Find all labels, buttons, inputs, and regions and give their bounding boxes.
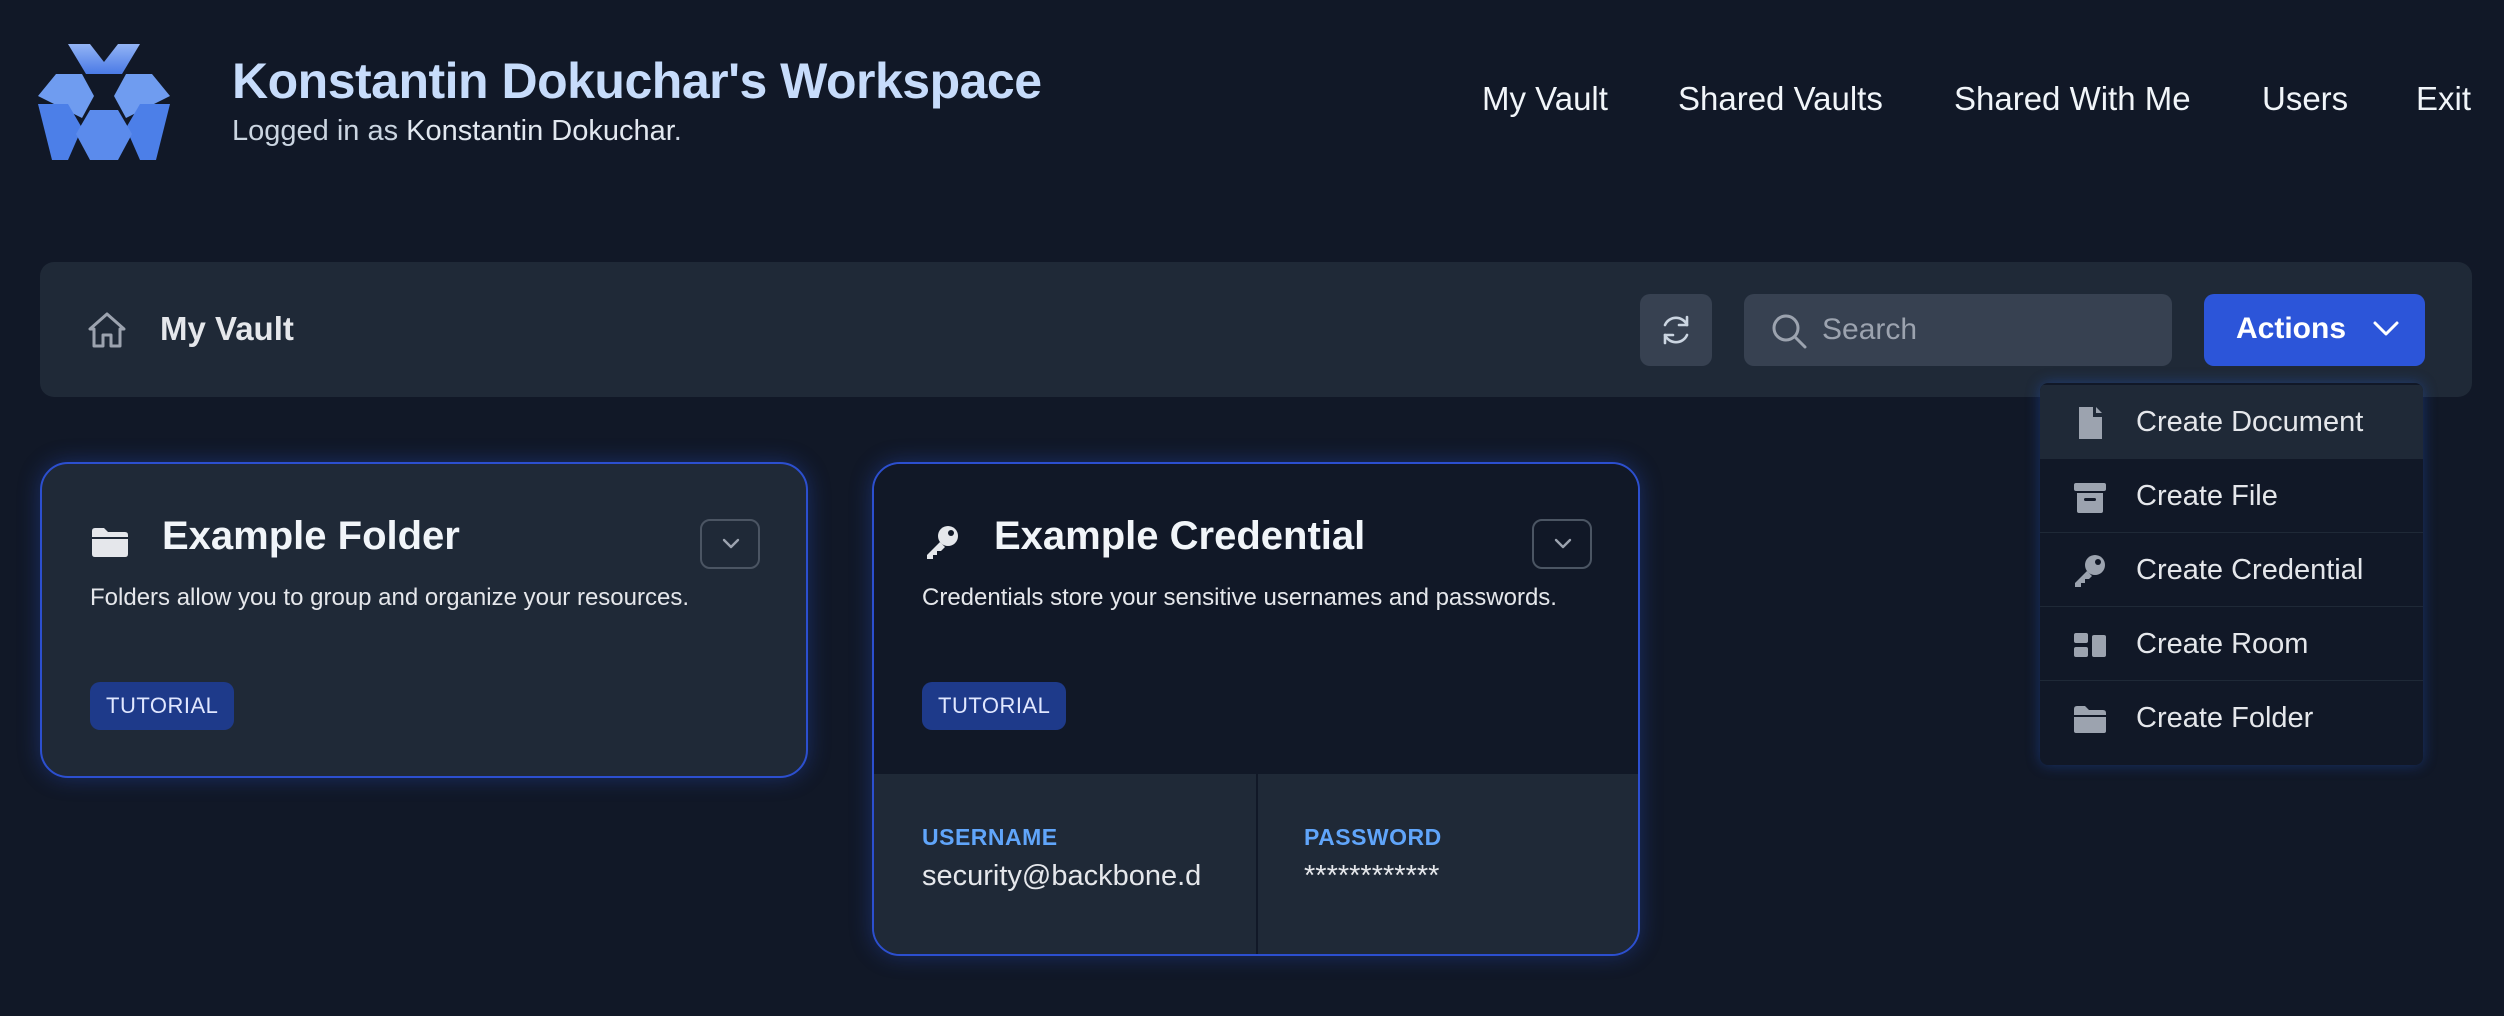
- menu-item-create-file[interactable]: Create File: [2040, 459, 2423, 533]
- menu-item-create-credential[interactable]: Create Credential: [2040, 533, 2423, 607]
- card-body: Example Folder Folders allow you to grou…: [42, 464, 806, 774]
- folder-icon: [2074, 706, 2106, 733]
- card-title: Example Folder: [162, 514, 460, 558]
- logged-in-suffix: .: [673, 115, 682, 147]
- search-icon: [1772, 314, 1807, 349]
- vault-toolbar: My Vault Actions: [40, 262, 2472, 397]
- menu-item-label: Create File: [2136, 480, 2278, 512]
- workspace-title: Konstantin Dokuchar's Workspace: [232, 53, 1042, 109]
- search-input[interactable]: [1822, 294, 2152, 366]
- credential-card[interactable]: Example Credential Credentials store you…: [872, 462, 1640, 956]
- menu-item-label: Create Document: [2136, 406, 2364, 438]
- refresh-icon: [1663, 315, 1689, 345]
- card-description: Credentials store your sensitive usernam…: [922, 584, 1557, 611]
- username-label: USERNAME: [922, 824, 1058, 850]
- actions-label: Actions: [2236, 312, 2347, 345]
- menu-item-create-document[interactable]: Create Document: [2040, 385, 2423, 459]
- nav-users[interactable]: Users: [2262, 80, 2348, 118]
- archive-box-icon: [2074, 483, 2106, 513]
- refresh-button[interactable]: [1640, 294, 1712, 366]
- tag-badge: TUTORIAL: [90, 682, 235, 730]
- chevron-down-icon: [2373, 321, 2399, 336]
- card-title: Example Credential: [994, 514, 1366, 558]
- nav-my-vault[interactable]: My Vault: [1482, 80, 1608, 118]
- logged-in-status: Logged in as Konstantin Dokuchar.: [232, 115, 682, 148]
- document-icon: [2079, 407, 2102, 439]
- menu-item-label: Create Credential: [2136, 554, 2364, 586]
- chevron-down-icon: [722, 538, 740, 549]
- folder-card[interactable]: Example Folder Folders allow you to grou…: [40, 462, 808, 778]
- nav-exit[interactable]: Exit: [2416, 80, 2471, 118]
- card-menu-button[interactable]: [700, 519, 760, 569]
- username-value[interactable]: security@backbone.d: [922, 860, 1242, 893]
- nav-shared-with-me[interactable]: Shared With Me: [1954, 80, 2191, 118]
- room-icon: [2074, 633, 2106, 657]
- field-divider: [1256, 774, 1258, 954]
- search-box: [1744, 294, 2172, 366]
- menu-item-create-room[interactable]: Create Room: [2040, 607, 2423, 681]
- password-value[interactable]: ************: [1304, 860, 1624, 893]
- key-icon: [2075, 555, 2105, 587]
- credential-fields: USERNAME security@backbone.d PASSWORD **…: [874, 774, 1638, 954]
- app-logo: [38, 44, 170, 160]
- key-icon: [927, 526, 958, 559]
- folder-icon: [92, 528, 128, 557]
- menu-item-label: Create Folder: [2136, 702, 2314, 734]
- password-label: PASSWORD: [1304, 824, 1442, 850]
- card-description: Folders allow you to group and organize …: [90, 584, 689, 611]
- breadcrumb-title: My Vault: [160, 310, 294, 347]
- chevron-down-icon: [1554, 538, 1572, 549]
- home-icon: [88, 312, 126, 348]
- tag-badge: TUTORIAL: [922, 682, 1067, 730]
- actions-button[interactable]: Actions: [2204, 294, 2425, 366]
- nav-shared-vaults[interactable]: Shared Vaults: [1678, 80, 1883, 118]
- logged-in-prefix: Logged in as: [232, 115, 407, 147]
- menu-item-create-folder[interactable]: Create Folder: [2040, 681, 2423, 755]
- card-menu-button[interactable]: [1532, 519, 1592, 569]
- card-body: Example Credential Credentials store you…: [874, 464, 1638, 774]
- menu-item-label: Create Room: [2136, 628, 2309, 660]
- actions-dropdown-menu: Create Document Create File Create Crede…: [2040, 383, 2423, 765]
- current-user-name: Konstantin Dokuchar: [406, 115, 674, 147]
- page: Konstantin Dokuchar's Workspace Logged i…: [0, 0, 2504, 1016]
